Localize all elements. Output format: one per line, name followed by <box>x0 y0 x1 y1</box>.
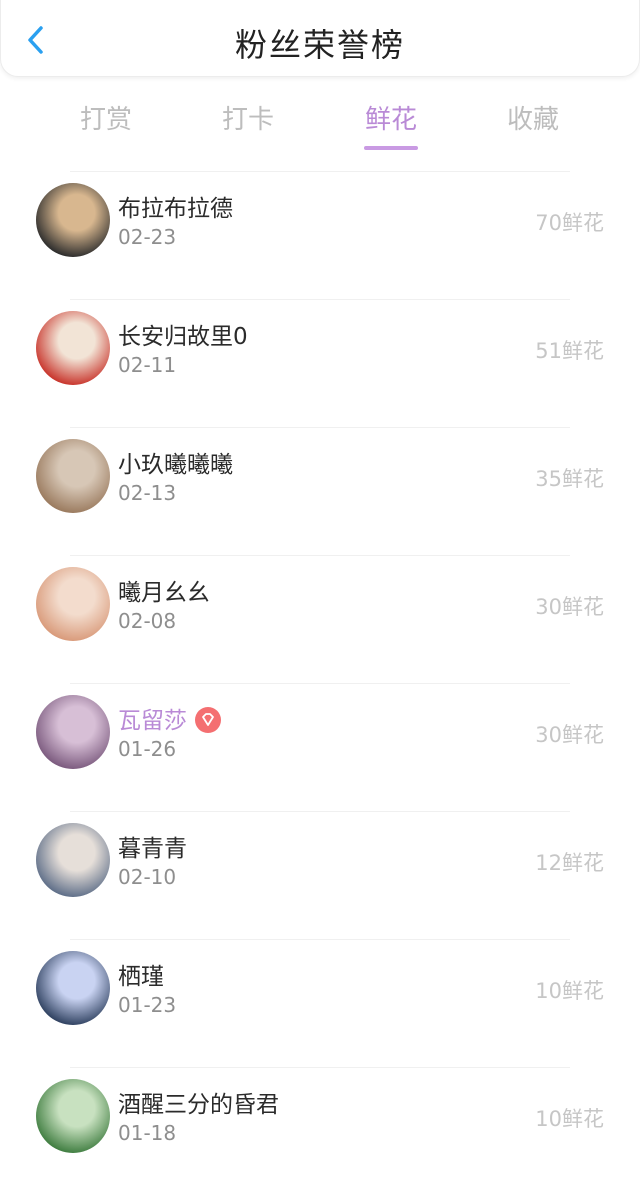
tab-flowers[interactable]: 鲜花 <box>363 99 418 150</box>
flower-count: 51鲜花 <box>535 339 604 363</box>
fan-row[interactable]: 栖瑾 01-23 10鲜花 <box>0 939 640 1067</box>
fan-row[interactable]: 曦月幺幺 02-08 30鲜花 <box>0 555 640 683</box>
fan-date: 02-23 <box>118 225 177 249</box>
flower-count: 30鲜花 <box>535 595 604 619</box>
fan-name-text: 暮青青 <box>118 836 187 862</box>
row-divider <box>70 555 570 556</box>
flower-count: 10鲜花 <box>535 979 604 1003</box>
fan-list: 布拉布拉德 02-23 70鲜花长安归故里0 02-11 51鲜花小玖曦曦曦 02-13 3… <box>0 171 640 1195</box>
avatar[interactable] <box>36 951 110 1025</box>
fan-name[interactable]: 栖瑾 <box>118 957 164 991</box>
tab-bar: 打赏 打卡 鲜花 收藏 <box>0 77 640 171</box>
avatar[interactable] <box>36 1079 110 1153</box>
fan-row[interactable]: 瓦留莎 01-26 30鲜花 <box>0 683 640 811</box>
avatar[interactable] <box>36 695 110 769</box>
fan-row[interactable]: 酒醒三分的昏君 01-18 10鲜花 <box>0 1067 640 1195</box>
vip-diamond-icon <box>195 706 221 733</box>
avatar[interactable] <box>36 439 110 513</box>
row-divider <box>70 299 570 300</box>
avatar[interactable] <box>36 567 110 641</box>
flower-count: 70鲜花 <box>535 211 604 235</box>
fan-date: 02-08 <box>118 609 177 633</box>
fan-name-text: 曦月幺幺 <box>118 580 210 606</box>
fan-date: 01-18 <box>118 1121 177 1145</box>
row-divider <box>70 939 570 940</box>
fan-name-text: 栖瑾 <box>118 964 164 990</box>
fan-date: 02-11 <box>118 353 177 377</box>
tab-flowers-label: 鲜花 <box>364 105 418 135</box>
fan-name-text: 长安归故里0 <box>118 324 248 350</box>
flower-count: 12鲜花 <box>535 851 604 875</box>
row-divider <box>70 171 570 172</box>
row-divider <box>70 683 570 684</box>
fan-row[interactable]: 小玖曦曦曦 02-13 35鲜花 <box>0 427 640 555</box>
tab-favorites[interactable]: 收藏 <box>507 99 559 136</box>
active-tab-indicator <box>363 146 418 150</box>
fan-name-text: 瓦留莎 <box>118 708 187 734</box>
fan-name-text: 酒醒三分的昏君 <box>118 1092 279 1118</box>
page-title: 粉丝荣誉榜 <box>234 26 405 64</box>
flower-count: 30鲜花 <box>535 723 604 747</box>
fan-name[interactable]: 布拉布拉德 <box>118 189 233 223</box>
fan-date: 02-13 <box>118 481 177 505</box>
fan-name[interactable]: 曦月幺幺 <box>118 573 210 607</box>
flower-count: 35鲜花 <box>535 467 604 491</box>
row-divider <box>70 427 570 428</box>
fan-name[interactable]: 暮青青 <box>118 829 187 863</box>
tab-checkin[interactable]: 打卡 <box>222 99 274 136</box>
fan-name[interactable]: 瓦留莎 <box>118 701 221 735</box>
fan-date: 02-10 <box>118 865 177 889</box>
fan-name[interactable]: 小玖曦曦曦 <box>118 445 233 479</box>
fan-name[interactable]: 酒醒三分的昏君 <box>118 1085 279 1119</box>
avatar[interactable] <box>36 823 110 897</box>
fan-name[interactable]: 长安归故里0 <box>118 317 248 351</box>
flower-count: 10鲜花 <box>535 1107 604 1131</box>
fan-row[interactable]: 布拉布拉德 02-23 70鲜花 <box>0 171 640 299</box>
fan-row[interactable]: 暮青青 02-10 12鲜花 <box>0 811 640 939</box>
avatar[interactable] <box>36 183 110 257</box>
row-divider <box>70 1067 570 1068</box>
tab-reward[interactable]: 打赏 <box>80 99 132 136</box>
avatar[interactable] <box>36 311 110 385</box>
fan-date: 01-23 <box>118 993 177 1017</box>
fan-name-text: 小玖曦曦曦 <box>118 452 233 478</box>
fan-date: 01-26 <box>118 737 177 761</box>
fan-name-text: 布拉布拉德 <box>118 196 233 222</box>
fan-row[interactable]: 长安归故里0 02-11 51鲜花 <box>0 299 640 427</box>
row-divider <box>70 811 570 812</box>
top-bar: 粉丝荣誉榜 <box>0 0 640 77</box>
